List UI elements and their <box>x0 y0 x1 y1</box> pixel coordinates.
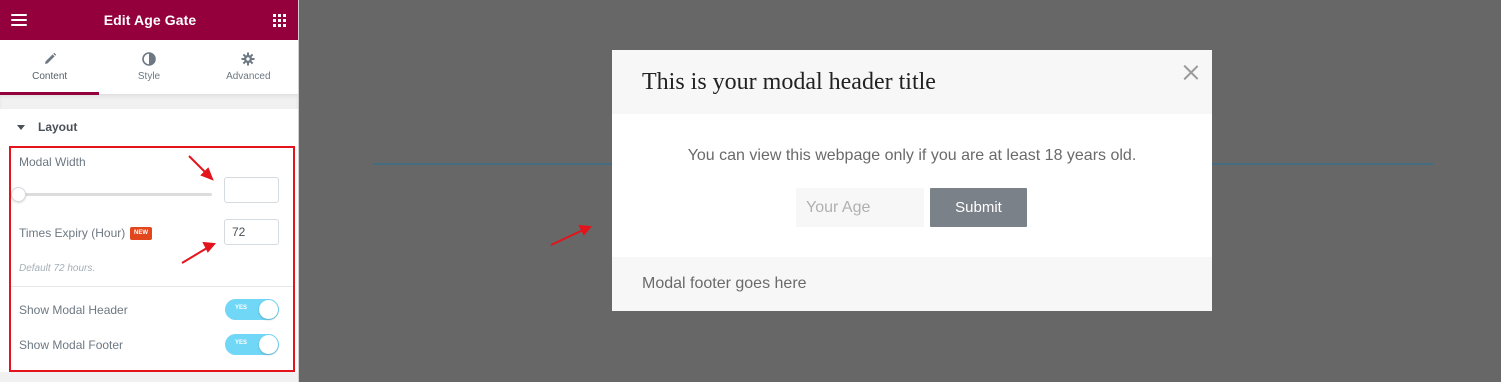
annotation-arrow <box>550 229 584 246</box>
modal-width-input[interactable] <box>224 177 279 203</box>
sidebar-header: Edit Age Gate <box>0 0 298 40</box>
modal-footer-text: Modal footer goes here <box>642 275 807 292</box>
section-title: Layout <box>38 120 78 134</box>
new-badge: NEW <box>130 227 152 240</box>
caret-down-icon <box>17 124 25 130</box>
show-modal-footer-label: Show Modal Footer <box>19 338 124 352</box>
pencil-icon <box>44 52 56 64</box>
show-modal-header-toggle[interactable]: YES <box>225 299 279 320</box>
hamburger-menu-icon[interactable] <box>11 14 27 26</box>
layout-section-toggle[interactable]: Layout <box>0 109 298 145</box>
toggle-knob <box>259 335 278 354</box>
tab-style[interactable]: Style <box>99 40 198 94</box>
tab-content-label: Content <box>32 71 68 82</box>
modal-header-title: This is your modal header title <box>642 69 936 95</box>
half-circle-icon <box>142 52 156 66</box>
sidebar-bottom <box>0 372 298 382</box>
panel-tabs: Content Style Advanced <box>0 40 298 95</box>
tab-style-label: Style <box>137 71 161 82</box>
age-gate-modal: This is your modal header title You can … <box>612 50 1212 311</box>
tabs-separator <box>0 95 298 109</box>
tab-advanced-label: Advanced <box>226 71 271 82</box>
widgets-grid-icon[interactable] <box>272 13 286 27</box>
toggle-yes-text: YES <box>235 305 248 311</box>
show-modal-footer-toggle[interactable]: YES <box>225 334 279 355</box>
layout-controls: Modal Width Times Expiry (Hour) NEW Defa… <box>0 145 298 372</box>
times-expiry-input[interactable] <box>224 219 279 245</box>
gear-icon <box>241 52 255 66</box>
toggle-yes-text: YES <box>235 340 248 346</box>
close-icon[interactable] <box>1183 65 1198 80</box>
modal-message: You can view this webpage only if you ar… <box>687 147 1137 164</box>
tab-advanced[interactable]: Advanced <box>199 40 298 94</box>
editor-sidebar: Edit Age Gate Content Style Advanced Lay… <box>0 0 299 382</box>
annotation-arrowhead <box>578 224 593 236</box>
toggle-knob <box>259 300 278 319</box>
modal-width-label: Modal Width <box>19 155 86 169</box>
tab-content[interactable]: Content <box>0 40 100 95</box>
times-expiry-description: Default 72 hours. <box>19 263 96 274</box>
controls-divider <box>11 286 293 287</box>
modal-width-slider-handle[interactable] <box>11 187 26 202</box>
show-modal-header-label: Show Modal Header <box>19 303 128 317</box>
submit-button[interactable]: Submit <box>930 188 1027 227</box>
sidebar-title: Edit Age Gate <box>103 12 197 28</box>
modal-header: This is your modal header title <box>612 50 1212 114</box>
modal-footer: Modal footer goes here <box>612 257 1212 311</box>
modal-body: You can view this webpage only if you ar… <box>612 114 1212 257</box>
times-expiry-label: Times Expiry (Hour) <box>19 226 126 240</box>
age-input[interactable] <box>796 188 924 227</box>
modal-width-slider-track[interactable] <box>19 193 212 196</box>
